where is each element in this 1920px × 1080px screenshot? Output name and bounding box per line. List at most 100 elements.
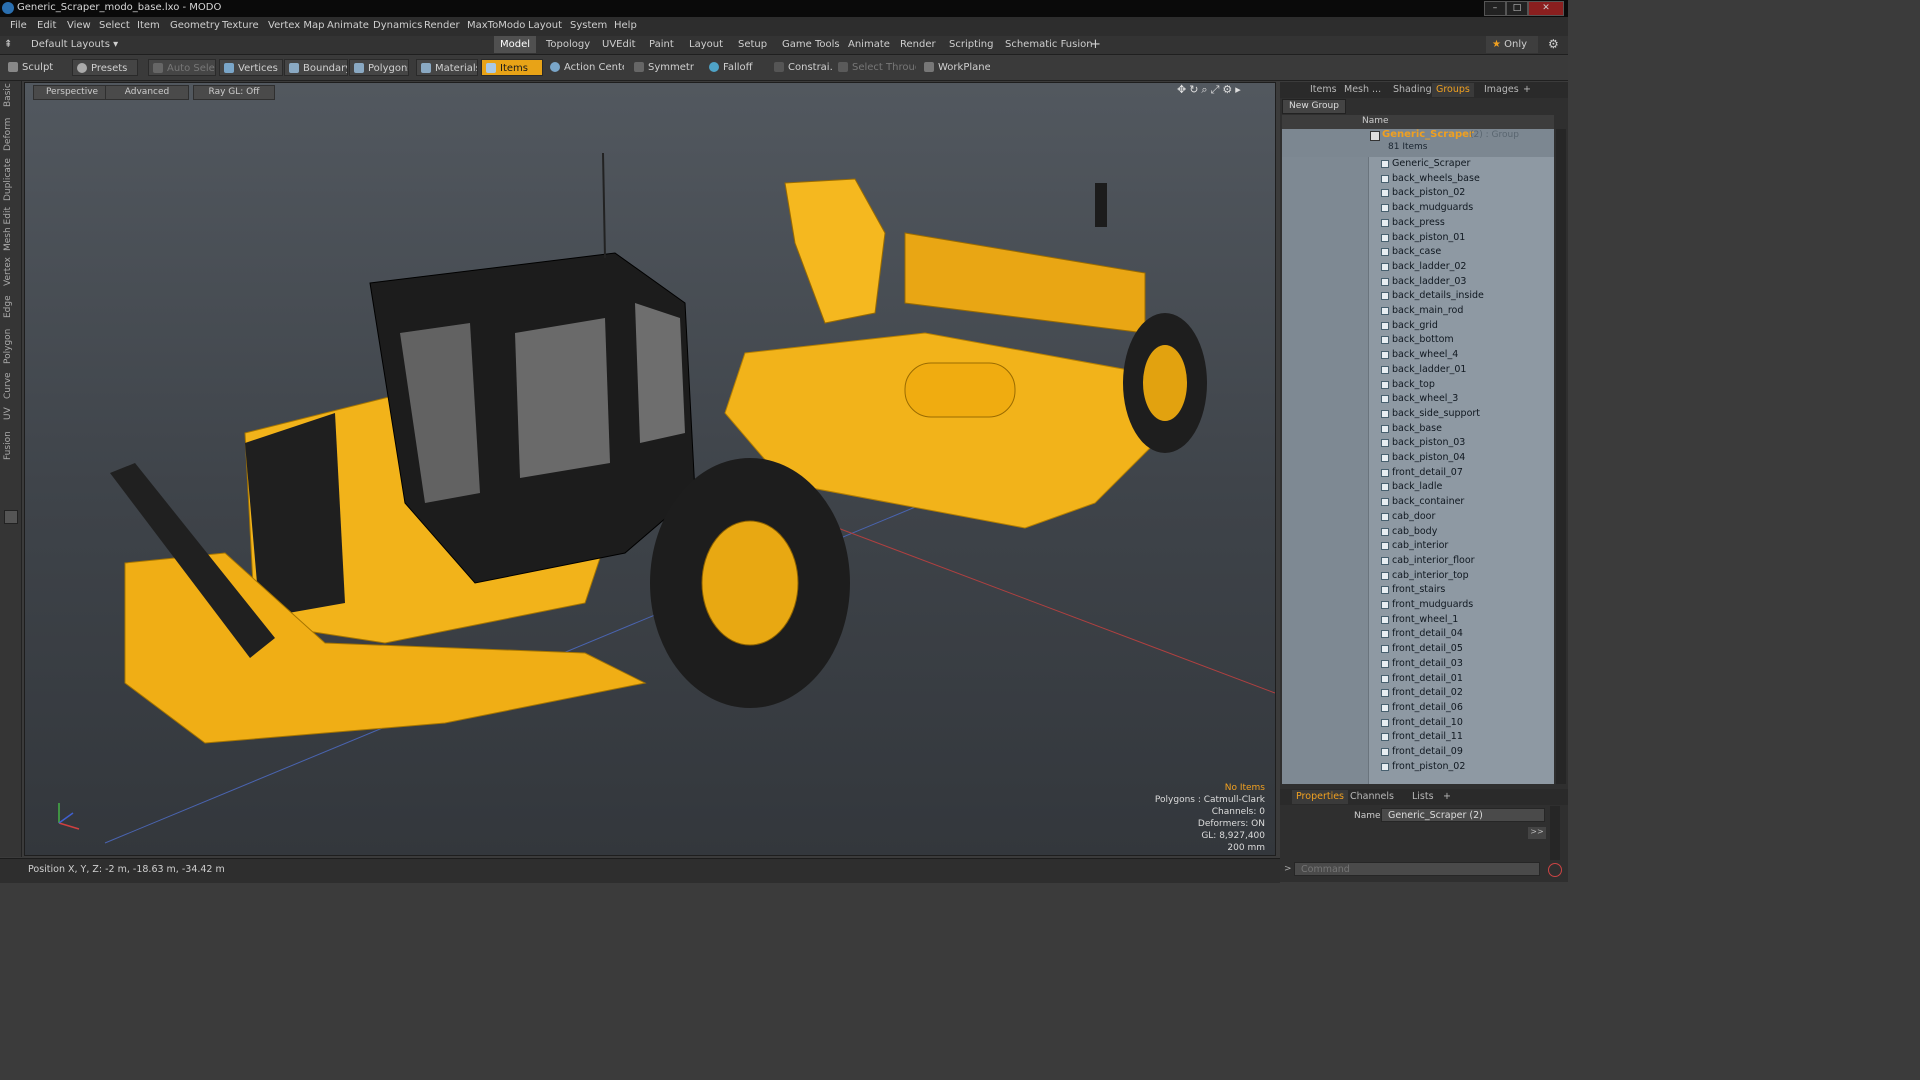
palette-deform[interactable]: Deform: [3, 117, 17, 151]
list-item[interactable]: back_wheel_3: [1282, 392, 1554, 407]
list-item[interactable]: back_grid: [1282, 319, 1554, 334]
list-item[interactable]: back_details_inside: [1282, 289, 1554, 304]
list-item[interactable]: cab_interior_floor: [1282, 554, 1554, 569]
menu-geometry[interactable]: Geometry: [170, 20, 220, 31]
list-item[interactable]: back_main_rod: [1282, 304, 1554, 319]
properties-scrollbar[interactable]: [1550, 806, 1560, 860]
tab-lists[interactable]: Lists: [1408, 790, 1438, 804]
name-field[interactable]: [1381, 808, 1545, 822]
list-item[interactable]: front_detail_09: [1282, 745, 1554, 760]
vertices-button[interactable]: Vertices 1: [219, 59, 283, 76]
list-item[interactable]: front_detail_07: [1282, 466, 1554, 481]
group-row[interactable]: Generic_Scraper (2) : Group 81 Items: [1282, 129, 1554, 157]
palette-edge[interactable]: Edge: [3, 295, 17, 319]
add-panel-tab-icon[interactable]: +: [1519, 83, 1535, 97]
tab-model[interactable]: Model: [494, 36, 537, 53]
list-item[interactable]: cab_body: [1282, 525, 1554, 540]
menu-system[interactable]: System: [570, 20, 607, 31]
groups-list[interactable]: Generic_Scraper (2) : Group 81 Items Gen…: [1282, 129, 1554, 784]
tab-paint[interactable]: Paint: [643, 36, 680, 53]
list-item[interactable]: back_container: [1282, 495, 1554, 510]
list-item[interactable]: back_top: [1282, 378, 1554, 393]
list-item[interactable]: front_detail_01: [1282, 672, 1554, 687]
list-item[interactable]: cab_interior: [1282, 539, 1554, 554]
tab-groups[interactable]: Groups: [1432, 83, 1474, 97]
list-item[interactable]: back_piston_03: [1282, 436, 1554, 451]
tab-render[interactable]: Render: [894, 36, 942, 53]
list-item[interactable]: cab_interior_top: [1282, 569, 1554, 584]
list-item[interactable]: front_detail_06: [1282, 701, 1554, 716]
list-item[interactable]: front_wheel_1: [1282, 613, 1554, 628]
menu-file[interactable]: File: [10, 20, 27, 31]
polygons-button[interactable]: Polygons: [349, 59, 409, 76]
list-item[interactable]: back_wheels_base: [1282, 172, 1554, 187]
layout-lock-icon[interactable]: ⇞: [4, 36, 12, 53]
tab-setup[interactable]: Setup: [732, 36, 773, 53]
tab-properties[interactable]: Properties: [1292, 790, 1349, 804]
gear-icon[interactable]: ⚙: [1542, 36, 1565, 53]
tab-topology[interactable]: Topology: [540, 36, 596, 53]
tab-items[interactable]: Items: [1306, 83, 1341, 97]
new-group-button[interactable]: New Group: [1282, 99, 1346, 114]
list-item[interactable]: back_mudguards: [1282, 201, 1554, 216]
tab-shading[interactable]: Shading: [1389, 83, 1436, 97]
menu-item[interactable]: Item: [137, 20, 160, 31]
constraints-button[interactable]: Constrai...: [770, 59, 832, 76]
palette-mesh-edit[interactable]: Mesh Edit: [3, 207, 17, 251]
command-input[interactable]: [1294, 862, 1540, 876]
close-button[interactable]: ✕: [1528, 1, 1564, 16]
tab-mesh[interactable]: Mesh ...: [1340, 83, 1385, 97]
list-item[interactable]: front_mudguards: [1282, 598, 1554, 613]
palette-curve[interactable]: Curve: [3, 372, 17, 399]
list-item[interactable]: back_side_support: [1282, 407, 1554, 422]
palette-fusion[interactable]: Fusion: [3, 431, 17, 461]
materials-button[interactable]: Materials: [416, 59, 478, 76]
menu-help[interactable]: Help: [614, 20, 637, 31]
tab-animate[interactable]: Animate: [842, 36, 896, 53]
list-item[interactable]: back_piston_01: [1282, 231, 1554, 246]
menu-dynamics[interactable]: Dynamics: [373, 20, 422, 31]
auto-select-button[interactable]: Auto Select: [148, 59, 216, 76]
list-item[interactable]: back_ladder_02: [1282, 260, 1554, 275]
list-item[interactable]: back_bottom: [1282, 333, 1554, 348]
presets-button[interactable]: Presets: [72, 59, 138, 76]
workplane-button[interactable]: WorkPlane: [920, 59, 990, 76]
tab-channels[interactable]: Channels: [1346, 790, 1398, 804]
list-item[interactable]: back_piston_02: [1282, 186, 1554, 201]
boundary-button[interactable]: Boundary: [284, 59, 348, 76]
select-through-button[interactable]: Select Through: [834, 59, 916, 76]
sculpt-button[interactable]: Sculpt: [4, 59, 70, 76]
palette-polygon[interactable]: Polygon: [3, 327, 17, 365]
list-item[interactable]: back_base: [1282, 422, 1554, 437]
record-icon[interactable]: [1548, 863, 1562, 877]
symmetry-button[interactable]: Symmetry: [630, 59, 694, 76]
falloff-button[interactable]: Falloff: [705, 59, 761, 76]
expand-button[interactable]: >>: [1528, 827, 1546, 839]
add-properties-tab-icon[interactable]: +: [1439, 790, 1455, 804]
list-item[interactable]: front_detail_04: [1282, 627, 1554, 642]
menu-vertex-map[interactable]: Vertex Map: [268, 20, 324, 31]
list-item[interactable]: front_piston_02: [1282, 760, 1554, 775]
menu-render[interactable]: Render: [424, 20, 460, 31]
action-center-button[interactable]: Action Center: [546, 59, 624, 76]
tab-uvedit[interactable]: UVEdit: [596, 36, 642, 53]
tab-game-tools[interactable]: Game Tools: [776, 36, 846, 53]
list-item[interactable]: back_press: [1282, 216, 1554, 231]
palette-toggle-button[interactable]: [4, 510, 18, 524]
menu-select[interactable]: Select: [99, 20, 130, 31]
add-tab-button[interactable]: +: [1084, 36, 1107, 53]
tab-scripting[interactable]: Scripting: [943, 36, 999, 53]
palette-duplicate[interactable]: Duplicate: [3, 158, 17, 201]
list-item[interactable]: Generic_Scraper: [1282, 157, 1554, 172]
list-item[interactable]: front_detail_11: [1282, 730, 1554, 745]
only-toggle[interactable]: ★ Only: [1486, 36, 1538, 53]
palette-basic[interactable]: Basic: [3, 83, 17, 107]
layout-dropdown[interactable]: Default Layouts ▾: [25, 36, 124, 53]
list-item[interactable]: front_stairs: [1282, 583, 1554, 598]
list-item[interactable]: cab_door: [1282, 510, 1554, 525]
3d-viewport[interactable]: Perspective Advanced Ray GL: Off ✥↻⌕⤢⚙▸: [24, 82, 1276, 856]
list-item[interactable]: front_detail_10: [1282, 716, 1554, 731]
tab-layout[interactable]: Layout: [683, 36, 729, 53]
list-item[interactable]: front_detail_02: [1282, 686, 1554, 701]
list-item[interactable]: back_wheel_4: [1282, 348, 1554, 363]
